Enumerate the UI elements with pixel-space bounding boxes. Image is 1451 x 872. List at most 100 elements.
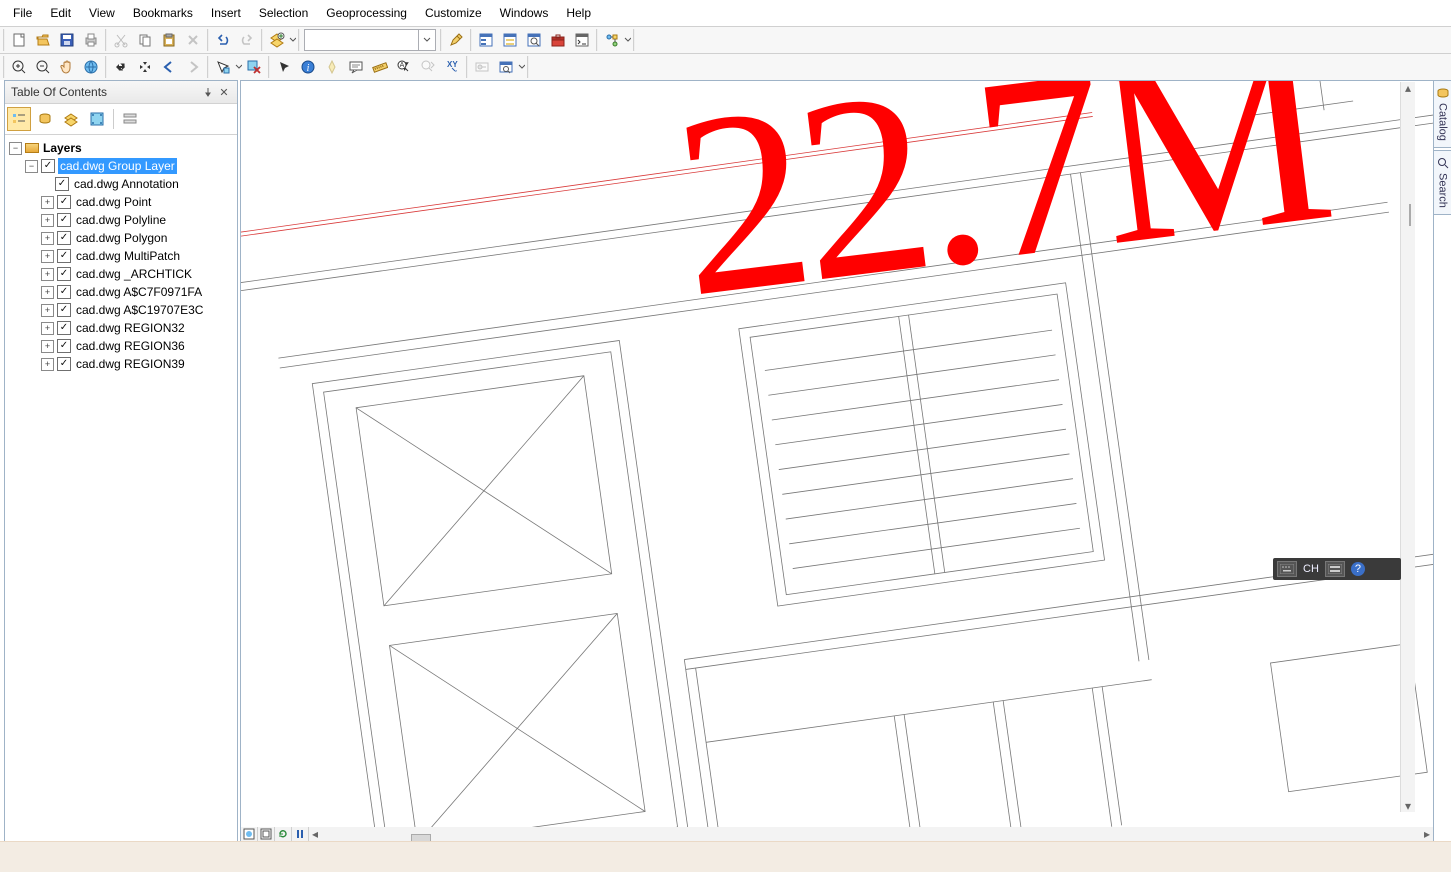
menu-bookmarks[interactable]: Bookmarks: [124, 3, 202, 23]
toc-options-button[interactable]: [118, 107, 142, 131]
measure-button[interactable]: [368, 55, 392, 79]
checkbox-icon[interactable]: [57, 195, 71, 209]
menu-windows[interactable]: Windows: [491, 3, 558, 23]
ime-help-icon[interactable]: ?: [1351, 562, 1365, 576]
close-icon[interactable]: ✕: [217, 85, 231, 99]
time-slider-button[interactable]: [470, 55, 494, 79]
pointer-button[interactable]: [272, 55, 296, 79]
fixed-zoom-out-button[interactable]: [133, 55, 157, 79]
catalog-window-button[interactable]: [498, 28, 522, 52]
menu-help[interactable]: Help: [557, 3, 600, 23]
save-button[interactable]: [55, 28, 79, 52]
print-button[interactable]: [79, 28, 103, 52]
tree-layer[interactable]: +cad.dwg REGION32: [5, 319, 237, 337]
checkbox-icon[interactable]: [57, 357, 71, 371]
search-tab[interactable]: Search: [1433, 150, 1451, 215]
checkbox-icon[interactable]: [57, 213, 71, 227]
checkbox-icon[interactable]: [57, 285, 71, 299]
tree-layer[interactable]: cad.dwg Annotation: [5, 175, 237, 193]
pin-icon[interactable]: [201, 85, 215, 99]
clear-selection-button[interactable]: [242, 55, 266, 79]
ime-options-icon[interactable]: [1325, 561, 1345, 577]
scroll-thumb[interactable]: [1409, 204, 1411, 226]
toc-list-by-visibility-button[interactable]: [59, 107, 83, 131]
menu-insert[interactable]: Insert: [202, 3, 250, 23]
dropdown-icon[interactable]: [289, 32, 296, 48]
data-view-button[interactable]: [241, 827, 258, 841]
new-doc-button[interactable]: [7, 28, 31, 52]
identify-button[interactable]: i: [296, 55, 320, 79]
pan-button[interactable]: [55, 55, 79, 79]
catalog-tab[interactable]: Catalog: [1433, 80, 1451, 148]
tree-group-layer[interactable]: −cad.dwg Group Layer: [5, 157, 237, 175]
prev-extent-button[interactable]: [157, 55, 181, 79]
add-data-button[interactable]: [265, 28, 289, 52]
cut-button[interactable]: [109, 28, 133, 52]
open-button[interactable]: [31, 28, 55, 52]
checkbox-icon[interactable]: [57, 267, 71, 281]
search-window-button[interactable]: [522, 28, 546, 52]
menu-file[interactable]: File: [4, 3, 41, 23]
paste-button[interactable]: [157, 28, 181, 52]
map-view[interactable]: 22.7M ▴ ▾: [240, 80, 1434, 828]
checkbox-icon[interactable]: [57, 303, 71, 317]
checkbox-icon[interactable]: [57, 249, 71, 263]
tree-layer[interactable]: +cad.dwg REGION39: [5, 355, 237, 373]
menu-customize[interactable]: Customize: [416, 3, 491, 23]
arctoolbox-button[interactable]: [546, 28, 570, 52]
layout-view-button[interactable]: [258, 827, 275, 841]
delete-button[interactable]: [181, 28, 205, 52]
dropdown-icon[interactable]: [518, 59, 525, 75]
zoom-out-button[interactable]: [31, 55, 55, 79]
dropdown-icon[interactable]: [624, 32, 631, 48]
redo-button[interactable]: [235, 28, 259, 52]
find-button[interactable]: A: [392, 55, 416, 79]
ime-language-bar[interactable]: CH ?: [1273, 558, 1401, 580]
tree-layer[interactable]: +cad.dwg MultiPatch: [5, 247, 237, 265]
scroll-up-icon[interactable]: ▴: [1401, 82, 1415, 94]
checkbox-icon[interactable]: [57, 321, 71, 335]
toc-window-button[interactable]: [474, 28, 498, 52]
menu-selection[interactable]: Selection: [250, 3, 317, 23]
editor-toolbar-button[interactable]: [444, 28, 468, 52]
tree-layer[interactable]: +cad.dwg Polyline: [5, 211, 237, 229]
dropdown-icon[interactable]: [235, 59, 242, 75]
map-vertical-scrollbar[interactable]: ▴ ▾: [1400, 82, 1415, 812]
scroll-left-icon[interactable]: ◂: [309, 827, 321, 841]
tree-root-layers[interactable]: −Layers: [5, 139, 237, 157]
python-window-button[interactable]: [570, 28, 594, 52]
scroll-down-icon[interactable]: ▾: [1401, 800, 1415, 812]
next-extent-button[interactable]: [181, 55, 205, 79]
select-features-button[interactable]: [211, 55, 235, 79]
checkbox-icon[interactable]: [55, 177, 69, 191]
undo-button[interactable]: [211, 28, 235, 52]
goto-xy-button[interactable]: XY: [440, 55, 464, 79]
toc-list-by-source-button[interactable]: [33, 107, 57, 131]
tree-layer[interactable]: +cad.dwg A$C19707E3C: [5, 301, 237, 319]
checkbox-icon[interactable]: [57, 231, 71, 245]
pause-button[interactable]: [292, 827, 309, 841]
tree-layer[interactable]: +cad.dwg A$C7F0971FA: [5, 283, 237, 301]
menu-edit[interactable]: Edit: [41, 3, 80, 23]
toc-list-by-selection-button[interactable]: [85, 107, 109, 131]
html-popup-button[interactable]: [344, 55, 368, 79]
scale-combobox[interactable]: [304, 29, 436, 51]
tree-layer[interactable]: +cad.dwg _ARCHTICK: [5, 265, 237, 283]
find-route-button[interactable]: [416, 55, 440, 79]
menu-view[interactable]: View: [80, 3, 124, 23]
toc-tree[interactable]: −Layers −cad.dwg Group Layer cad.dwg Ann…: [5, 135, 237, 841]
model-builder-button[interactable]: [600, 28, 624, 52]
menu-geoprocessing[interactable]: Geoprocessing: [317, 3, 416, 23]
tree-layer[interactable]: +cad.dwg Polygon: [5, 229, 237, 247]
viewer-window-button[interactable]: [494, 55, 518, 79]
tree-layer[interactable]: +cad.dwg Point: [5, 193, 237, 211]
map-horizontal-scrollbar[interactable]: ◂ ▸: [309, 827, 1433, 841]
refresh-button[interactable]: [275, 827, 292, 841]
checkbox-icon[interactable]: [57, 339, 71, 353]
toc-list-by-drawing-button[interactable]: [7, 107, 31, 131]
checkbox-icon[interactable]: [41, 159, 55, 173]
keyboard-icon[interactable]: [1277, 561, 1297, 577]
copy-button[interactable]: [133, 28, 157, 52]
tree-layer[interactable]: +cad.dwg REGION36: [5, 337, 237, 355]
fixed-zoom-in-button[interactable]: [109, 55, 133, 79]
